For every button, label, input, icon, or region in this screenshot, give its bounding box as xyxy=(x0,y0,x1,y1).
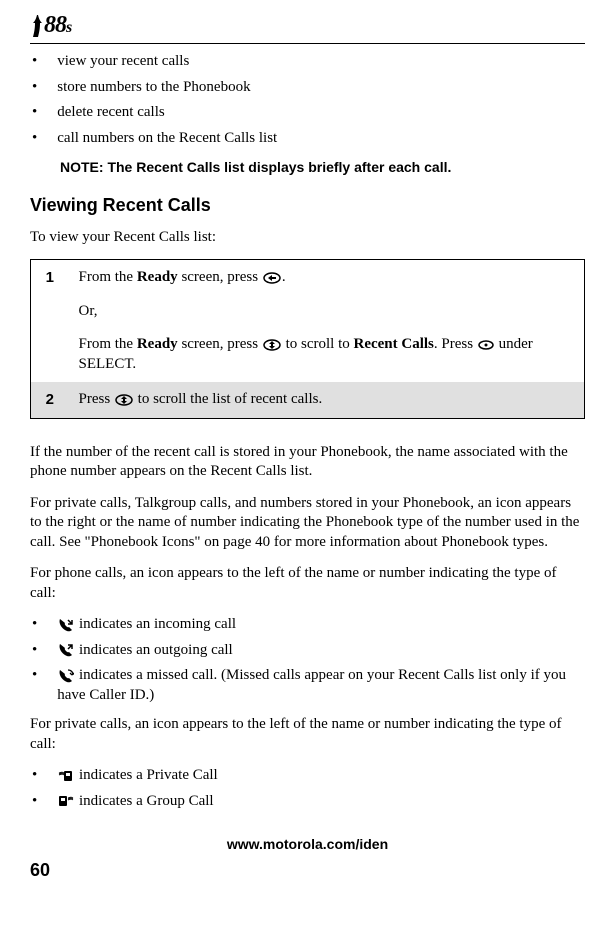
bullet-icon: • xyxy=(32,615,37,635)
list-item: • indicates a Private Call xyxy=(30,766,585,786)
table-row: 2 Press to scroll the list of recent cal… xyxy=(31,382,585,418)
bullet-icon: • xyxy=(32,666,37,705)
intro-text: To view your Recent Calls list: xyxy=(30,228,585,248)
list-item: • indicates a missed call. (Missed calls… xyxy=(30,666,585,705)
text: to scroll to xyxy=(282,336,354,352)
scroll-key-icon xyxy=(114,391,134,407)
step-line: From the Ready screen, press . xyxy=(79,268,575,288)
private-call-icon xyxy=(57,767,75,783)
paragraph: If the number of the recent call is stor… xyxy=(30,443,585,482)
logo: 88s xyxy=(30,10,71,41)
bullet-icon: • xyxy=(32,52,37,72)
step-content: From the Ready screen, press . Or, From … xyxy=(69,260,585,383)
text: From the xyxy=(79,269,137,285)
step-number: 2 xyxy=(31,382,69,418)
note-block: NOTE: The Recent Calls list displays bri… xyxy=(60,158,585,176)
text: . xyxy=(282,269,286,285)
bullet-icon: • xyxy=(32,792,37,812)
page-header: 88s xyxy=(30,10,585,44)
page-number: 60 xyxy=(30,859,585,882)
bullet-icon: • xyxy=(32,129,37,149)
bullet-icon: • xyxy=(32,641,37,661)
select-key-icon xyxy=(477,336,495,352)
list-item: • store numbers to the Phonebook xyxy=(30,78,585,98)
nav-key-icon xyxy=(262,269,282,285)
steps-table: 1 From the Ready screen, press . Or, Fro… xyxy=(30,259,585,419)
missed-call-icon xyxy=(57,667,75,683)
bullet-text: indicates an outgoing call xyxy=(57,641,585,661)
footer-url: www.motorola.com/iden xyxy=(30,835,585,853)
step-line: From the Ready screen, press to scroll t… xyxy=(79,335,575,374)
list-item: • indicates a Group Call xyxy=(30,792,585,812)
private-icon-list: • indicates a Private Call • indicates a… xyxy=(30,766,585,811)
bullet-text: call numbers on the Recent Calls list xyxy=(57,129,585,149)
bullet-text: indicates a Private Call xyxy=(57,766,585,786)
text: indicates an incoming call xyxy=(75,616,236,632)
text: indicates an outgoing call xyxy=(75,642,232,658)
paragraph: For private calls, an icon appears to th… xyxy=(30,715,585,754)
text: screen, press xyxy=(178,269,262,285)
bold-text: Ready xyxy=(137,269,178,285)
intro-bullet-list: • view your recent calls • store numbers t… xyxy=(30,52,585,148)
logo-i-icon xyxy=(30,12,44,38)
list-item: • delete recent calls xyxy=(30,103,585,123)
text: indicates a Private Call xyxy=(75,767,217,783)
scroll-key-icon xyxy=(262,336,282,352)
bullet-text: store numbers to the Phonebook xyxy=(57,78,585,98)
text: Press xyxy=(79,391,114,407)
step-number: 1 xyxy=(31,260,69,383)
list-item: • indicates an outgoing call xyxy=(30,641,585,661)
note-label: NOTE: xyxy=(60,159,104,175)
step-content: Press to scroll the list of recent calls… xyxy=(69,382,585,418)
bullet-text: indicates a Group Call xyxy=(57,792,585,812)
bullet-text: indicates a missed call. (Missed calls a… xyxy=(57,666,585,705)
text: to scroll the list of recent calls. xyxy=(134,391,322,407)
bullet-text: delete recent calls xyxy=(57,103,585,123)
bullet-icon: • xyxy=(32,78,37,98)
text: From the xyxy=(79,336,137,352)
section-heading: Viewing Recent Calls xyxy=(30,194,585,217)
incoming-call-icon xyxy=(57,616,75,632)
outgoing-call-icon xyxy=(57,642,75,658)
text: . Press xyxy=(434,336,477,352)
logo-suffix: s xyxy=(66,19,71,36)
bullet-text: view your recent calls xyxy=(57,52,585,72)
list-item: • call numbers on the Recent Calls list xyxy=(30,129,585,149)
text: indicates a missed call. (Missed calls a… xyxy=(57,667,566,703)
logo-number: 88 xyxy=(44,12,66,38)
bold-text: Ready xyxy=(137,336,178,352)
list-item: • indicates an incoming call xyxy=(30,615,585,635)
list-item: • view your recent calls xyxy=(30,52,585,72)
bullet-text: indicates an incoming call xyxy=(57,615,585,635)
bullet-icon: • xyxy=(32,103,37,123)
table-row: 1 From the Ready screen, press . Or, Fro… xyxy=(31,260,585,383)
bold-text: Recent Calls xyxy=(354,336,434,352)
group-call-icon xyxy=(57,793,75,809)
paragraph: For private calls, Talkgroup calls, and … xyxy=(30,494,585,553)
bullet-icon: • xyxy=(32,766,37,786)
paragraph: For phone calls, an icon appears to the … xyxy=(30,564,585,603)
text: screen, press xyxy=(178,336,262,352)
note-text: The Recent Calls list displays briefly a… xyxy=(107,159,451,175)
phone-icon-list: • indicates an incoming call • indicates… xyxy=(30,615,585,705)
text: indicates a Group Call xyxy=(75,793,213,809)
or-text: Or, xyxy=(79,302,575,322)
